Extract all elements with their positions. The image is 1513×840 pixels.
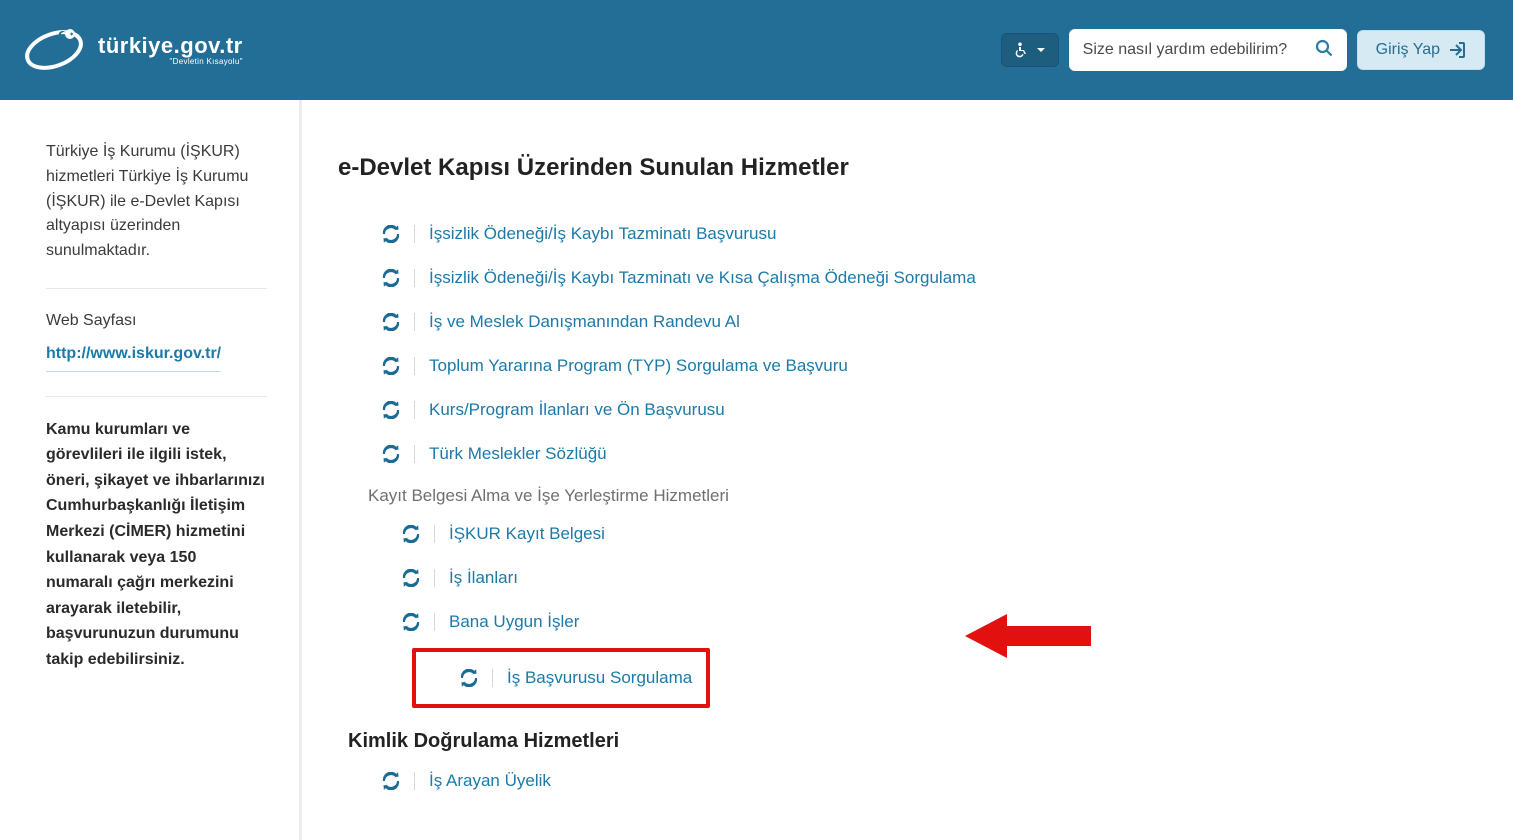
highlighted-service: İş Başvurusu Sorgulama	[412, 648, 710, 708]
service-item-sub1-0: İŞKUR Kayıt Belgesi	[402, 512, 1473, 556]
divider	[434, 613, 435, 631]
divider	[492, 669, 493, 687]
service-item-sub1-1: İş İlanları	[402, 556, 1473, 600]
service-link[interactable]: İşsizlik Ödeneği/İş Kaybı Tazminatı ve K…	[429, 268, 976, 288]
sidebar-web-link[interactable]: http://www.iskur.gov.tr/	[46, 342, 221, 372]
divider	[414, 225, 415, 243]
search-icon[interactable]	[1315, 39, 1333, 62]
service-item-top-0: İşsizlik Ödeneği/İş Kaybı Tazminatı Başv…	[382, 212, 1473, 256]
refresh-icon	[382, 269, 400, 287]
service-item-sub2-0: İş Arayan Üyelik	[382, 759, 1473, 803]
divider	[414, 269, 415, 287]
sidebar: Türkiye İş Kurumu (İŞKUR) hizmetleri Tür…	[0, 100, 302, 840]
service-item-sub1-2: Bana Uygun İşler	[402, 600, 1473, 644]
service-item-top-2: İş ve Meslek Danışmanından Randevu Al	[382, 300, 1473, 344]
service-link[interactable]: Toplum Yararına Program (TYP) Sorgulama …	[429, 356, 848, 376]
refresh-icon	[402, 569, 420, 587]
service-link[interactable]: Kurs/Program İlanları ve Ön Başvurusu	[429, 400, 725, 420]
service-link[interactable]: Türk Meslekler Sözlüğü	[429, 444, 607, 464]
service-link[interactable]: İşsizlik Ödeneği/İş Kaybı Tazminatı Başv…	[429, 224, 776, 244]
refresh-icon	[382, 313, 400, 331]
sidebar-notice: Kamu kurumları ve görevlileri ile ilgili…	[46, 417, 267, 673]
service-link[interactable]: Bana Uygun İşler	[449, 612, 579, 632]
service-link[interactable]: İş Arayan Üyelik	[429, 771, 551, 791]
refresh-icon	[382, 225, 400, 243]
divider	[414, 357, 415, 375]
divider	[414, 313, 415, 331]
refresh-icon	[382, 401, 400, 419]
refresh-icon	[382, 357, 400, 375]
refresh-icon	[460, 669, 478, 687]
login-button[interactable]: Giriş Yap	[1357, 30, 1485, 70]
main-content: e-Devlet Kapısı Üzerinden Sunulan Hizmet…	[302, 100, 1513, 840]
site-logo[interactable]: türkiye.gov.tr "Devletin Kısayolu"	[20, 16, 243, 84]
caret-down-icon	[1036, 45, 1046, 55]
service-link[interactable]: İş İlanları	[449, 568, 518, 588]
search-box[interactable]	[1069, 29, 1347, 71]
wheelchair-icon	[1014, 42, 1030, 58]
service-link[interactable]: İş Başvurusu Sorgulama	[507, 668, 692, 688]
refresh-icon	[402, 525, 420, 543]
service-item-top-4: Kurs/Program İlanları ve Ön Başvurusu	[382, 388, 1473, 432]
service-item-top-5: Türk Meslekler Sözlüğü	[382, 432, 1473, 476]
service-item-top-3: Toplum Yararına Program (TYP) Sorgulama …	[382, 344, 1473, 388]
accessibility-button[interactable]	[1001, 33, 1059, 67]
service-item-sub1-3: İş Başvurusu Sorgulama	[416, 656, 706, 700]
divider	[414, 401, 415, 419]
refresh-icon	[382, 772, 400, 790]
divider	[414, 445, 415, 463]
service-link[interactable]: İŞKUR Kayıt Belgesi	[449, 524, 605, 544]
sidebar-intro: Türkiye İş Kurumu (İŞKUR) hizmetleri Tür…	[46, 140, 267, 289]
edevlet-logo-icon	[20, 16, 88, 84]
site-name: türkiye.gov.tr	[98, 33, 243, 58]
refresh-icon	[382, 445, 400, 463]
login-label: Giriş Yap	[1376, 41, 1440, 59]
refresh-icon	[402, 613, 420, 631]
divider	[414, 772, 415, 790]
subheading-kayit: Kayıt Belgesi Alma ve İşe Yerleştirme Hi…	[338, 476, 1473, 512]
service-item-top-1: İşsizlik Ödeneği/İş Kaybı Tazminatı ve K…	[382, 256, 1473, 300]
site-header: türkiye.gov.tr "Devletin Kısayolu" Giriş…	[0, 0, 1513, 100]
login-icon	[1448, 41, 1466, 59]
subheading-kimlik: Kimlik Doğrulama Hizmetleri	[338, 712, 1473, 759]
divider	[434, 569, 435, 587]
sidebar-web-label: Web Sayfası	[46, 309, 267, 334]
page-title: e-Devlet Kapısı Üzerinden Sunulan Hizmet…	[338, 154, 1473, 182]
search-input[interactable]	[1083, 41, 1315, 59]
divider	[434, 525, 435, 543]
service-link[interactable]: İş ve Meslek Danışmanından Randevu Al	[429, 312, 740, 332]
